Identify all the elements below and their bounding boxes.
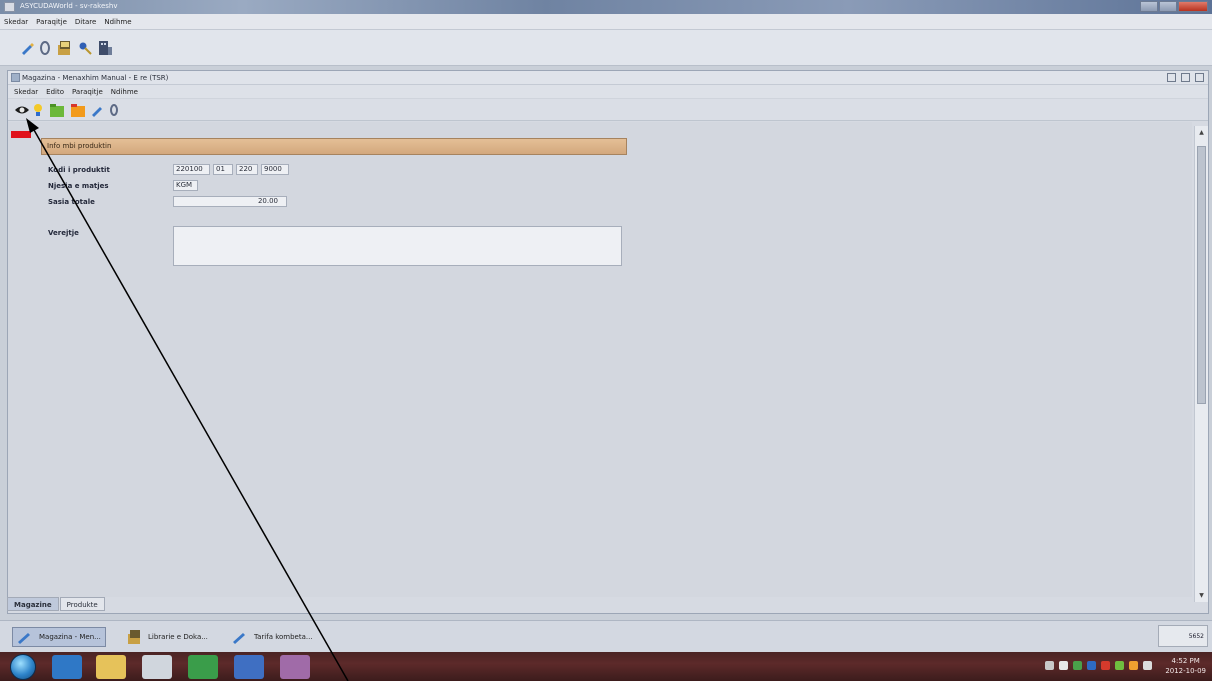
task-tarifa[interactable]: Tarifa kombeta... — [228, 627, 317, 647]
key-widget[interactable]: 5652 — [1158, 625, 1208, 647]
eye-icon[interactable] — [14, 103, 29, 117]
product-code-label: Kodi i produktit — [48, 166, 110, 174]
window-controls — [1140, 1, 1208, 13]
pen-icon[interactable] — [20, 41, 34, 55]
lightbulb-icon[interactable] — [31, 103, 45, 117]
inner-window-title: Magazina - Menaxhim Manual - E re (TSR) — [22, 74, 169, 82]
product-code-part1[interactable]: 220100 — [173, 164, 210, 175]
tray-icon[interactable] — [1143, 661, 1152, 670]
vertical-scrollbar[interactable]: ▲ ▼ — [1194, 126, 1208, 602]
inner-toolbar — [8, 99, 1208, 121]
key-widget-label: 5652 — [1188, 633, 1204, 640]
outer-toolbar — [0, 30, 1212, 66]
outer-menubar: Skedar Paraqitje Ditare Ndihme — [0, 14, 1212, 30]
inner-title-bar: Magazina - Menaxhim Manual - E re (TSR) — [8, 71, 1208, 85]
menu-paraqitje[interactable]: Paraqitje — [36, 18, 67, 26]
ie-icon[interactable] — [52, 655, 82, 679]
word-icon[interactable] — [234, 655, 264, 679]
os-title-bar: ASYCUDAWorld - sv-rakeshv — [0, 0, 1212, 14]
app-icon — [4, 2, 15, 12]
inner-menu-skedar[interactable]: Skedar — [14, 88, 38, 96]
red-marker — [11, 131, 31, 138]
clip-icon[interactable] — [38, 40, 52, 55]
menu-skedar[interactable]: Skedar — [4, 18, 28, 26]
menu-ndihme[interactable]: Ndihme — [104, 18, 131, 26]
media-icon[interactable] — [142, 655, 172, 679]
close-button[interactable] — [1178, 1, 1208, 12]
system-tray — [1045, 661, 1152, 670]
frame-icon — [11, 73, 20, 82]
total-qty-field[interactable]: 20.00 — [173, 196, 287, 207]
tray-icon[interactable] — [1059, 661, 1068, 670]
tab-produkte[interactable]: Produkte — [59, 597, 105, 611]
task-librarie[interactable]: Librarie e Doka... — [122, 627, 212, 647]
task-magazina[interactable]: Magazina - Men... — [12, 627, 106, 647]
start-button[interactable] — [10, 654, 36, 680]
clock-date: 2012-10-09 — [1165, 667, 1206, 675]
folder-icon[interactable] — [96, 655, 126, 679]
system-clock[interactable]: 4:52 PM 2012-10-09 — [1165, 656, 1206, 676]
scroll-down-icon[interactable]: ▼ — [1197, 591, 1206, 600]
clip-icon-2[interactable] — [107, 103, 121, 117]
excel-icon[interactable] — [188, 655, 218, 679]
key-icon[interactable] — [78, 41, 92, 55]
inner-menu-paraqitje[interactable]: Paraqitje — [72, 88, 103, 96]
tray-icon[interactable] — [1045, 661, 1054, 670]
task-librarie-label: Librarie e Doka... — [148, 633, 208, 641]
building-icon[interactable] — [96, 39, 114, 57]
maximize-button[interactable] — [1159, 1, 1177, 12]
product-code-part2[interactable]: 01 — [213, 164, 233, 175]
scroll-up-icon[interactable]: ▲ — [1197, 128, 1206, 137]
note-label: Verejtje — [48, 229, 79, 237]
pen-icon-2[interactable] — [90, 103, 104, 117]
os-window-title: ASYCUDAWorld - sv-rakeshv — [20, 2, 118, 10]
product-code-part4[interactable]: 9000 — [261, 164, 289, 175]
books-icon[interactable] — [56, 39, 74, 57]
frame-restore-button[interactable] — [1167, 73, 1176, 82]
tray-icon[interactable] — [1129, 661, 1138, 670]
pen-icon — [18, 633, 30, 644]
clock-time: 4:52 PM — [1171, 657, 1200, 665]
scroll-thumb[interactable] — [1197, 146, 1206, 404]
frame-controls — [1167, 73, 1204, 82]
inner-menu-edito[interactable]: Edito — [46, 88, 64, 96]
unit-field[interactable]: KGM — [173, 180, 198, 191]
tray-icon[interactable] — [1087, 661, 1096, 670]
unit-label: Njesia e matjes — [48, 182, 109, 190]
books-icon — [128, 630, 140, 644]
tray-icon[interactable] — [1115, 661, 1124, 670]
frame-maximize-button[interactable] — [1181, 73, 1190, 82]
frame-close-button[interactable] — [1195, 73, 1204, 82]
bottom-tabs: Magazine Produkte — [7, 597, 105, 611]
tray-icon[interactable] — [1101, 661, 1110, 670]
app-icon-purple[interactable] — [280, 655, 310, 679]
section-header: Info mbi produktin — [41, 138, 627, 155]
note-textarea[interactable] — [173, 226, 622, 266]
pen-icon — [233, 633, 245, 644]
task-tarifa-label: Tarifa kombeta... — [254, 633, 313, 641]
green-folder-icon[interactable] — [48, 101, 66, 119]
orange-folder-icon[interactable] — [69, 101, 87, 119]
app-taskbar: Magazina - Men... Librarie e Doka... Tar… — [0, 620, 1212, 652]
inner-menu-ndihme[interactable]: Ndihme — [111, 88, 138, 96]
tray-icon[interactable] — [1073, 661, 1082, 670]
inner-frame: Magazina - Menaxhim Manual - E re (TSR) … — [7, 70, 1209, 614]
form-content: Info mbi produktin Kodi i produktit 2201… — [8, 122, 1192, 597]
os-taskbar: 4:52 PM 2012-10-09 — [0, 652, 1212, 681]
tab-magazine[interactable]: Magazine — [7, 597, 59, 611]
inner-menubar: Skedar Edito Paraqitje Ndihme — [8, 85, 1208, 99]
menu-ditare[interactable]: Ditare — [75, 18, 96, 26]
product-code-part3[interactable]: 220 — [236, 164, 258, 175]
minimize-button[interactable] — [1140, 1, 1158, 12]
total-qty-label: Sasia totale — [48, 198, 95, 206]
task-magazina-label: Magazina - Men... — [39, 633, 101, 641]
